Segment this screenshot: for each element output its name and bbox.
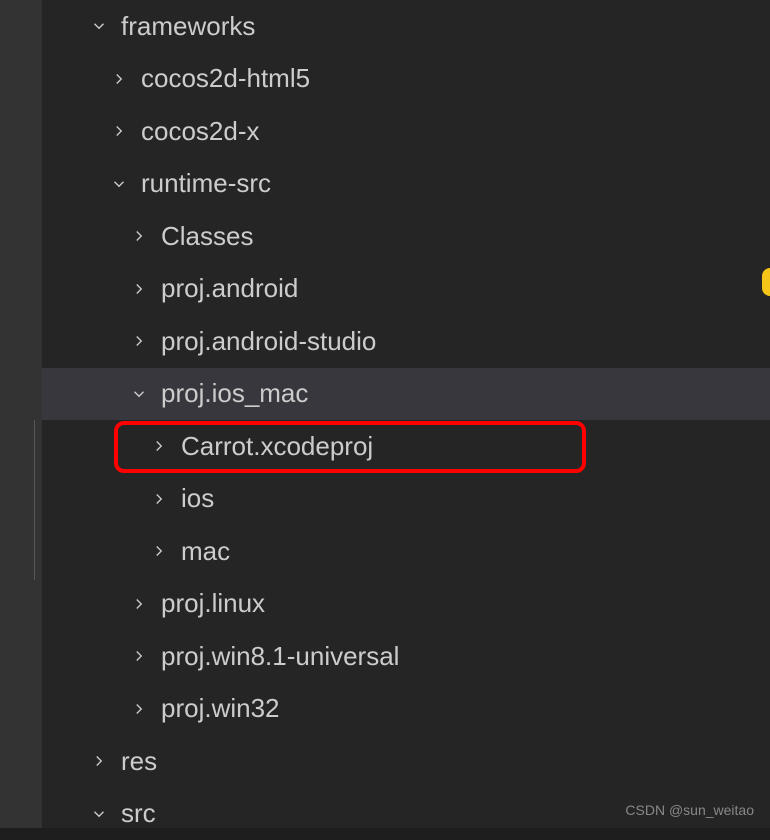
tree-folder-proj-win81-universal[interactable]: proj.win8.1-universal [42,630,770,683]
file-tree: frameworks cocos2d-html5 cocos2d-x runti… [0,0,770,840]
activity-bar-gutter [0,0,42,828]
chevron-right-icon [147,539,171,563]
chevron-right-icon [127,224,151,248]
tree-label: mac [181,536,230,567]
chevron-right-icon [107,67,131,91]
tree-folder-proj-android-studio[interactable]: proj.android-studio [42,315,770,368]
tree-label: frameworks [121,11,255,42]
tree-label: proj.ios_mac [161,378,308,409]
watermark-text: CSDN @sun_weitao [625,802,754,818]
chevron-right-icon [127,644,151,668]
tree-folder-classes[interactable]: Classes [42,210,770,263]
tree-label: cocos2d-x [141,116,260,147]
indent-guide [34,420,35,580]
tree-folder-cocos2d-x[interactable]: cocos2d-x [42,105,770,158]
tree-label: Carrot.xcodeproj [181,431,373,462]
chevron-down-icon [127,382,151,406]
chevron-right-icon [147,487,171,511]
tree-folder-ios[interactable]: ios [42,473,770,526]
chevron-right-icon [127,329,151,353]
tree-folder-proj-ios-mac[interactable]: proj.ios_mac [42,368,770,421]
tree-label: cocos2d-html5 [141,63,310,94]
tree-label: proj.win32 [161,693,280,724]
tree-label: proj.android [161,273,298,304]
tree-folder-proj-android[interactable]: proj.android [42,263,770,316]
chevron-right-icon [87,749,111,773]
tree-label: proj.android-studio [161,326,376,357]
chevron-right-icon [107,119,131,143]
chevron-right-icon [127,592,151,616]
chevron-right-icon [127,697,151,721]
tree-folder-cocos2d-html5[interactable]: cocos2d-html5 [42,53,770,106]
file-explorer-sidebar: frameworks cocos2d-html5 cocos2d-x runti… [0,0,770,828]
tree-label: proj.win8.1-universal [161,641,399,672]
chevron-down-icon [87,14,111,38]
tree-label: proj.linux [161,588,265,619]
tree-folder-proj-win32[interactable]: proj.win32 [42,683,770,736]
tree-folder-carrot-xcodeproj[interactable]: Carrot.xcodeproj [42,420,770,473]
tree-folder-runtime-src[interactable]: runtime-src [42,158,770,211]
tree-label: res [121,746,157,777]
tree-folder-frameworks[interactable]: frameworks [42,0,770,53]
tree-label: runtime-src [141,168,271,199]
tree-label: ios [181,483,214,514]
tree-folder-proj-linux[interactable]: proj.linux [42,578,770,631]
chevron-right-icon [127,277,151,301]
tree-label: src [121,798,156,829]
tree-label: Classes [161,221,253,252]
tree-folder-mac[interactable]: mac [42,525,770,578]
tree-folder-res[interactable]: res [42,735,770,788]
chevron-right-icon [147,434,171,458]
chevron-down-icon [87,802,111,826]
chevron-down-icon [107,172,131,196]
